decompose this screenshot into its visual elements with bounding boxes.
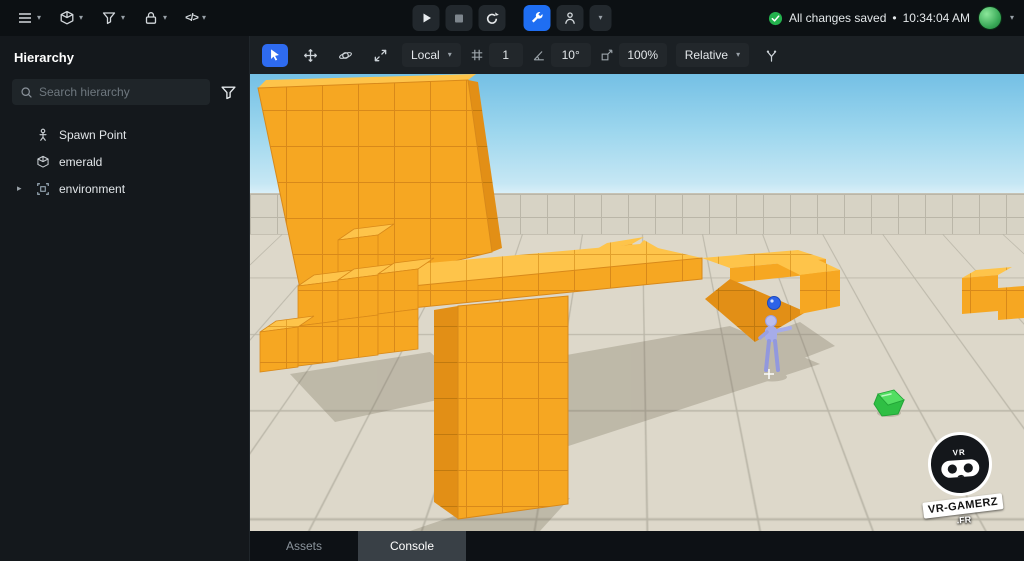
bottom-tab-bar: Assets Console bbox=[250, 531, 1024, 561]
lock-icon bbox=[143, 10, 159, 26]
undo-icon bbox=[485, 11, 500, 26]
hierarchy-panel: Hierarchy Spawn Point emerald ▸ environm… bbox=[0, 36, 250, 561]
hierarchy-filter-icon[interactable] bbox=[220, 84, 237, 101]
code-icon: </> bbox=[185, 12, 198, 24]
cube-icon bbox=[36, 155, 50, 169]
vr-gamerz-watermark: VR VR-GAMERZ .FR bbox=[905, 428, 1017, 528]
top-bar: ▾ ▾ ▾ ▾ </> ▾ bbox=[0, 0, 1024, 36]
watermark-vr-text: VR bbox=[952, 448, 966, 458]
hierarchy-search-input[interactable] bbox=[39, 85, 202, 99]
rotate-snap-group bbox=[532, 43, 591, 67]
caret-down-icon: ▾ bbox=[37, 14, 41, 22]
caret-down-icon: ▾ bbox=[202, 14, 206, 22]
space-mode-dropdown[interactable]: Local ▾ bbox=[402, 43, 461, 67]
cursor-icon bbox=[268, 48, 282, 62]
stop-icon bbox=[454, 13, 465, 24]
watermark-badge: VR bbox=[926, 430, 994, 498]
lock-menu-button[interactable]: ▾ bbox=[136, 6, 174, 30]
select-tool-button[interactable] bbox=[262, 44, 288, 67]
account-caret-icon[interactable]: ▾ bbox=[1010, 14, 1014, 22]
viewport-3d[interactable]: VR VR-GAMERZ .FR bbox=[250, 74, 1024, 531]
rotate-tool-button[interactable] bbox=[332, 44, 358, 67]
tab-console[interactable]: Console bbox=[358, 531, 466, 561]
expand-arrows-icon bbox=[373, 48, 388, 63]
stage: Local ▾ Relative ▾ bbox=[250, 36, 1024, 561]
topbar-right-group: All changes saved • 10:34:04 AM ▾ bbox=[768, 6, 1014, 30]
preview-avatar-button[interactable] bbox=[557, 5, 584, 31]
tree-item-environment[interactable]: ▸ environment bbox=[12, 175, 237, 202]
person-icon bbox=[563, 11, 578, 26]
support-columns[interactable] bbox=[434, 296, 568, 519]
save-status-time: 10:34:04 AM bbox=[903, 11, 970, 25]
tree-item-label: environment bbox=[59, 182, 125, 196]
scale-tool-button[interactable] bbox=[367, 44, 393, 67]
vr-headset-icon bbox=[939, 457, 982, 482]
filter-menu-button[interactable]: ▾ bbox=[94, 6, 132, 30]
rotate-snap-input[interactable] bbox=[551, 43, 591, 67]
expand-chevron-icon[interactable]: ▸ bbox=[17, 183, 27, 194]
script-gizmo-ball[interactable] bbox=[768, 297, 781, 310]
scale-snap-group bbox=[600, 43, 667, 67]
check-circle-icon bbox=[768, 11, 783, 26]
move-icon bbox=[303, 48, 318, 63]
grid-snap-group bbox=[470, 43, 523, 67]
normals-tool-button[interactable] bbox=[758, 44, 784, 67]
tree-item-spawn-point[interactable]: Spawn Point bbox=[12, 121, 237, 148]
main-area: Hierarchy Spawn Point emerald ▸ environm… bbox=[0, 36, 1024, 561]
right-wall-cubes[interactable] bbox=[962, 267, 1024, 320]
caret-down-icon: ▾ bbox=[163, 14, 167, 22]
tree-item-label: emerald bbox=[59, 155, 102, 169]
angle-snap-icon bbox=[532, 48, 546, 62]
group-icon bbox=[36, 182, 50, 196]
grid-snap-icon bbox=[470, 48, 484, 62]
topbar-menu-group: ▾ ▾ ▾ ▾ </> ▾ bbox=[10, 6, 213, 30]
undo-button[interactable] bbox=[479, 5, 506, 31]
spawn-point-icon bbox=[36, 128, 50, 142]
tab-assets[interactable]: Assets bbox=[250, 531, 358, 561]
orbit-icon bbox=[338, 48, 353, 63]
user-avatar[interactable] bbox=[978, 6, 1002, 30]
caret-down-icon: ▾ bbox=[598, 14, 602, 22]
viewport-toolbar: Local ▾ Relative ▾ bbox=[250, 36, 1024, 74]
save-status-text: All changes saved bbox=[789, 11, 886, 25]
playback-controls: ▾ bbox=[413, 0, 612, 36]
caret-down-icon: ▾ bbox=[736, 51, 740, 59]
code-menu-button[interactable]: </> ▾ bbox=[178, 8, 213, 28]
hamburger-icon bbox=[17, 10, 33, 26]
stop-button[interactable] bbox=[446, 5, 473, 31]
caret-down-icon: ▾ bbox=[121, 14, 125, 22]
scale-snap-icon bbox=[600, 48, 614, 62]
build-mode-button[interactable] bbox=[524, 5, 551, 31]
branch-icon bbox=[764, 48, 779, 63]
hierarchy-search-row bbox=[12, 79, 237, 105]
position-mode-dropdown[interactable]: Relative ▾ bbox=[676, 43, 749, 67]
caret-down-icon: ▾ bbox=[448, 51, 452, 59]
grid-snap-input[interactable] bbox=[489, 43, 523, 67]
search-icon bbox=[20, 86, 33, 99]
move-tool-button[interactable] bbox=[297, 44, 323, 67]
objects-menu-button[interactable]: ▾ bbox=[52, 6, 90, 30]
funnel-icon bbox=[101, 10, 117, 26]
space-mode-value: Local bbox=[411, 48, 440, 62]
status-separator: • bbox=[892, 11, 896, 25]
hierarchy-search-box[interactable] bbox=[12, 79, 210, 105]
scale-snap-input[interactable] bbox=[619, 43, 667, 67]
hierarchy-tree: Spawn Point emerald ▸ environment bbox=[12, 121, 237, 202]
cube-icon bbox=[59, 10, 75, 26]
play-icon bbox=[420, 12, 432, 24]
preview-options-button[interactable]: ▾ bbox=[590, 5, 612, 31]
main-menu-button[interactable]: ▾ bbox=[10, 6, 48, 30]
avatar-head bbox=[766, 316, 777, 327]
position-mode-value: Relative bbox=[685, 48, 728, 62]
save-status: All changes saved • 10:34:04 AM bbox=[768, 11, 970, 26]
play-button[interactable] bbox=[413, 5, 440, 31]
tree-item-emerald[interactable]: emerald bbox=[12, 148, 237, 175]
caret-down-icon: ▾ bbox=[79, 14, 83, 22]
tree-item-label: Spawn Point bbox=[59, 128, 126, 142]
wrench-icon bbox=[530, 11, 545, 26]
hierarchy-title: Hierarchy bbox=[14, 50, 237, 65]
